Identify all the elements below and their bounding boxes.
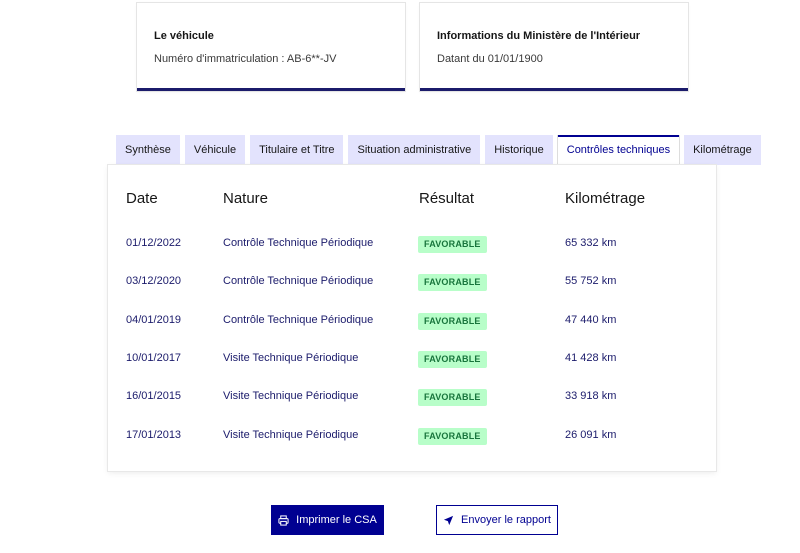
printer-icon <box>278 514 289 526</box>
inspection-mileage: 47 440 km <box>565 314 617 326</box>
tab-vehicule[interactable]: Véhicule <box>184 135 246 165</box>
inspection-date: 04/01/2019 <box>126 314 182 326</box>
table-row: 01/12/2022 Contrôle Technique Périodique F… <box>108 234 716 256</box>
technical-inspections-panel: Date Nature Résultat Kilométrage 01/12/2… <box>108 165 716 471</box>
column-header-mileage: Kilométrage <box>565 190 646 207</box>
column-header-result: Résultat <box>419 190 475 207</box>
tab-bar: Synthèse Véhicule Titulaire et Titre Situat… <box>116 135 766 166</box>
result-badge: FAVORABLE <box>418 351 487 368</box>
ministry-info-card: Informations du Ministère de l'Intérieur… <box>420 3 688 91</box>
result-badge: FAVORABLE <box>418 236 487 253</box>
column-header-date: Date <box>126 190 158 207</box>
inspection-mileage: 55 752 km <box>565 275 617 287</box>
table-row: 16/01/2015 Visite Technique Périodique FAV… <box>108 387 716 409</box>
result-badge: FAVORABLE <box>418 274 487 291</box>
inspection-nature: Visite Technique Périodique <box>223 390 359 402</box>
tab-kilometrage[interactable]: Kilométrage <box>684 135 761 165</box>
inspection-mileage: 26 091 km <box>565 429 617 441</box>
inspection-date: 16/01/2015 <box>126 390 182 402</box>
inspection-date: 17/01/2013 <box>126 429 182 441</box>
inspection-date: 01/12/2022 <box>126 237 182 249</box>
table-row: 04/01/2019 Contrôle Technique Périodique F… <box>108 311 716 333</box>
table-row: 17/01/2013 Visite Technique Périodique FAV… <box>108 426 716 448</box>
send-report-button[interactable]: Envoyer le rapport <box>436 505 558 535</box>
vehicle-card-title: Le véhicule <box>154 30 214 42</box>
result-badge: FAVORABLE <box>418 313 487 330</box>
ministry-date: Datant du 01/01/1900 <box>437 53 543 65</box>
tab-controles-techniques[interactable]: Contrôles techniques <box>557 135 680 166</box>
inspection-mileage: 33 918 km <box>565 390 617 402</box>
inspection-mileage: 65 332 km <box>565 237 617 249</box>
inspection-nature: Contrôle Technique Périodique <box>223 237 374 249</box>
tab-situation-administrative[interactable]: Situation administrative <box>348 135 481 165</box>
inspection-nature: Visite Technique Périodique <box>223 429 359 441</box>
inspection-mileage: 41 428 km <box>565 352 617 364</box>
inspection-date: 03/12/2020 <box>126 275 182 287</box>
result-badge: FAVORABLE <box>418 428 487 445</box>
table-row: 10/01/2017 Visite Technique Périodique FAV… <box>108 349 716 371</box>
result-badge: FAVORABLE <box>418 389 487 406</box>
inspection-nature: Contrôle Technique Périodique <box>223 275 374 287</box>
tab-titulaire-et-titre[interactable]: Titulaire et Titre <box>250 135 344 165</box>
send-icon <box>443 515 454 525</box>
registration-number: Numéro d'immatriculation : AB-6**-JV <box>154 53 337 65</box>
print-csa-button[interactable]: Imprimer le CSA <box>271 505 384 535</box>
column-header-nature: Nature <box>223 190 269 207</box>
inspection-nature: Contrôle Technique Périodique <box>223 314 374 326</box>
vehicle-info-card: Le véhicule Numéro d'immatriculation : A… <box>137 3 405 91</box>
print-csa-label: Imprimer le CSA <box>296 514 377 526</box>
tab-historique[interactable]: Historique <box>485 135 553 165</box>
send-report-label: Envoyer le rapport <box>461 514 551 526</box>
inspection-date: 10/01/2017 <box>126 352 182 364</box>
tab-synthese[interactable]: Synthèse <box>116 135 180 165</box>
ministry-card-title: Informations du Ministère de l'Intérieur <box>437 30 641 42</box>
inspection-nature: Visite Technique Périodique <box>223 352 359 364</box>
table-row: 03/12/2020 Contrôle Technique Périodique F… <box>108 272 716 294</box>
